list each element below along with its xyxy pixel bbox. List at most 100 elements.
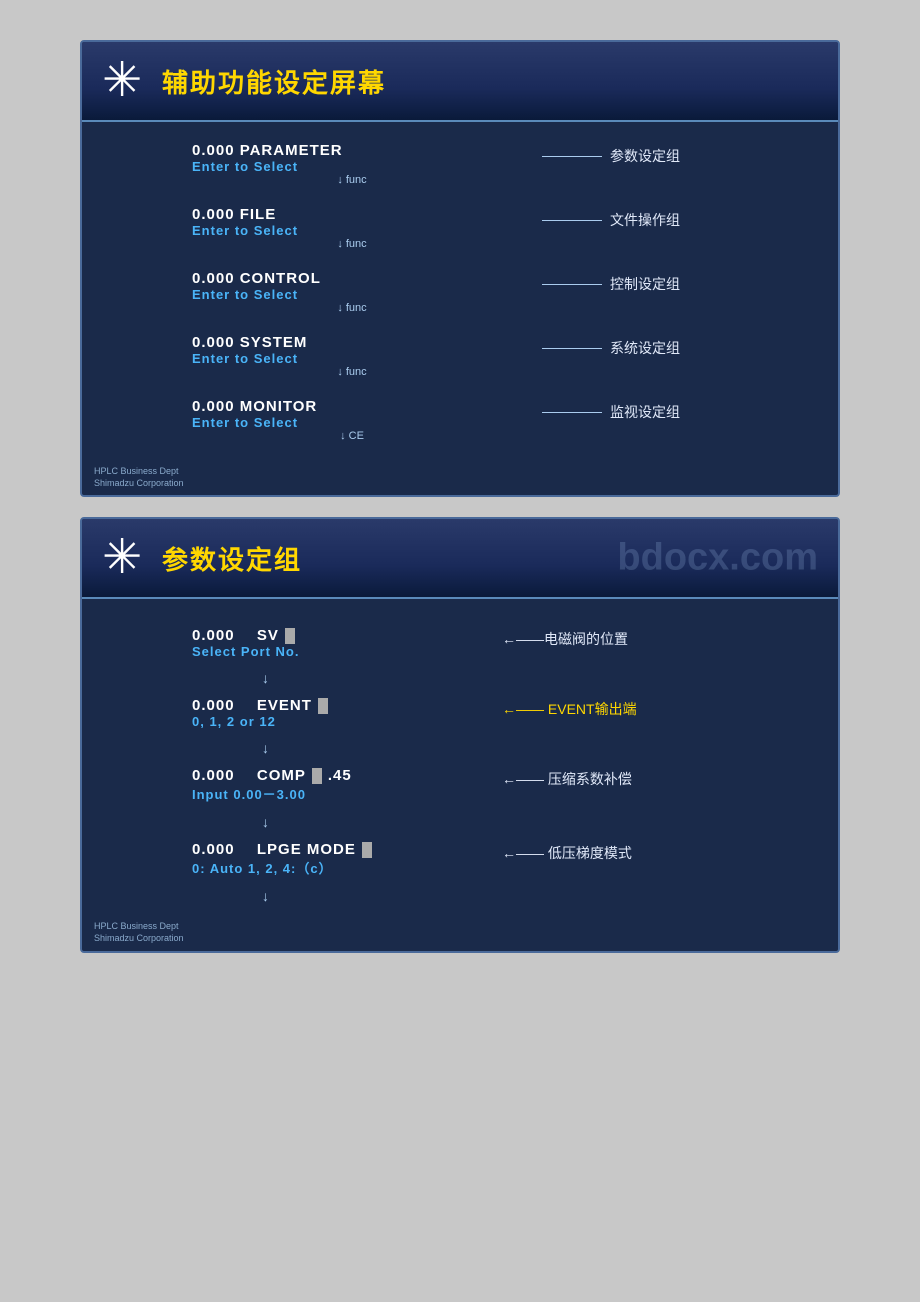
menu-sub-monitor: Enter to Select bbox=[192, 415, 512, 430]
param-prefix-comp: 0.000 bbox=[192, 767, 235, 784]
menu-sub-system: Enter to Select bbox=[192, 351, 512, 366]
param-key-event: EVENT bbox=[257, 697, 312, 714]
star-icon-2: ✳ bbox=[102, 534, 142, 582]
param-sub-sv: Select Port No. bbox=[192, 644, 472, 659]
param-left-sv: 0.000 SV Select Port No. bbox=[182, 623, 482, 663]
connector-file: 文件操作组 bbox=[522, 200, 838, 230]
menu-left-monitor: 0.000 MONITOR Enter to Select ↓ CE bbox=[182, 392, 522, 448]
menu-func-system: ↓ func bbox=[192, 366, 512, 378]
param-main-event: 0.000 EVENT bbox=[192, 697, 472, 714]
menu-left-file: 0.000 FILE Enter to Select ↓ func bbox=[182, 200, 522, 256]
param-left-lpge: 0.000 LPGE MODE 0: Auto 1, 2, 4:（c） bbox=[182, 837, 482, 881]
param-left-comp: 0.000 COMP .45 Input 0.00－3.00 bbox=[182, 763, 482, 807]
menu-row-parameter: 0.000 PARAMETER Enter to Select ↓ func 参… bbox=[82, 132, 838, 196]
param-row-event: 0.000 EVENT 0, 1, 2 or 12 ←—— EVENT输出端 bbox=[82, 685, 838, 741]
param-connector-lpge: ←—— 低压梯度模式 bbox=[482, 837, 838, 863]
param-main-lpge: 0.000 LPGE MODE bbox=[192, 841, 472, 858]
arr-label-event: ←—— EVENT输出端 bbox=[502, 699, 637, 719]
panel2-footer: HPLC Business Dept Shimadzu Corporation bbox=[82, 917, 838, 950]
cursor-sv bbox=[285, 628, 295, 644]
param-sub-event: 0, 1, 2 or 12 bbox=[192, 714, 472, 729]
cursor-comp bbox=[312, 768, 322, 784]
param-extra-comp: .45 bbox=[328, 767, 352, 784]
menu-left-control: 0.000 CONTROL Enter to Select ↓ func bbox=[182, 264, 522, 320]
panel1-body: 0.000 PARAMETER Enter to Select ↓ func 参… bbox=[82, 122, 838, 462]
param-row-sv: 0.000 SV Select Port No. ←——电磁阀的位置 bbox=[82, 615, 838, 671]
param-spaces-sv bbox=[241, 627, 251, 644]
h-line-monitor bbox=[542, 412, 602, 413]
param-row-lpge: 0.000 LPGE MODE 0: Auto 1, 2, 4:（c） ←—— … bbox=[82, 829, 838, 889]
panel1-title: 辅助功能设定屏幕 bbox=[162, 63, 386, 100]
param-connector-comp: ←—— 压缩系数补偿 bbox=[482, 763, 838, 789]
menu-sub-parameter: Enter to Select bbox=[192, 159, 512, 174]
menu-row-file: 0.000 FILE Enter to Select ↓ func 文件操作组 bbox=[82, 196, 838, 260]
footer-line2-p1: Shimadzu Corporation bbox=[94, 478, 826, 490]
h-line-parameter bbox=[542, 156, 602, 157]
connector-parameter: 参数设定组 bbox=[522, 136, 838, 166]
param-sub-comp: Input 0.00－3.00 bbox=[192, 784, 472, 803]
param-spaces-comp bbox=[241, 767, 251, 784]
menu-main-file: 0.000 FILE bbox=[192, 206, 512, 223]
watermark: bdocx.com bbox=[617, 537, 818, 580]
menu-main-parameter: 0.000 PARAMETER bbox=[192, 142, 512, 159]
menu-row-control: 0.000 CONTROL Enter to Select ↓ func 控制设… bbox=[82, 260, 838, 324]
menu-main-system: 0.000 SYSTEM bbox=[192, 334, 512, 351]
connector-line-parameter: 参数设定组 bbox=[542, 146, 680, 166]
menu-row-system: 0.000 SYSTEM Enter to Select ↓ func 系统设定… bbox=[82, 324, 838, 388]
h-line-file bbox=[542, 220, 602, 221]
menu-main-monitor: 0.000 MONITOR bbox=[192, 398, 512, 415]
connector-line-system: 系统设定组 bbox=[542, 338, 680, 358]
param-prefix-event: 0.000 bbox=[192, 697, 235, 714]
menu-func-parameter: ↓ func bbox=[192, 174, 512, 186]
param-main-comp: 0.000 COMP .45 bbox=[192, 767, 472, 784]
param-main-sv: 0.000 SV bbox=[192, 627, 472, 644]
h-line-control bbox=[542, 284, 602, 285]
down-arrow-1: ↓ bbox=[262, 671, 838, 685]
param-key-lpge: LPGE MODE bbox=[257, 841, 356, 858]
param-spaces-event bbox=[241, 697, 251, 714]
panel-parameter: ✳ 参数设定组 bdocx.com 0.000 SV Select Port N… bbox=[80, 517, 840, 952]
param-prefix-lpge: 0.000 bbox=[192, 841, 235, 858]
label-cn-monitor: 监视设定组 bbox=[610, 402, 680, 422]
menu-sub-file: Enter to Select bbox=[192, 223, 512, 238]
label-cn-parameter: 参数设定组 bbox=[610, 146, 680, 166]
down-arrow-4: ↓ bbox=[262, 889, 838, 903]
menu-sub-control: Enter to Select bbox=[192, 287, 512, 302]
label-cn-file: 文件操作组 bbox=[610, 210, 680, 230]
panel2-header: ✳ 参数设定组 bdocx.com bbox=[82, 519, 838, 599]
param-key-comp: COMP bbox=[257, 767, 306, 784]
menu-left-parameter: 0.000 PARAMETER Enter to Select ↓ func bbox=[182, 136, 522, 192]
param-row-comp: 0.000 COMP .45 Input 0.00－3.00 ←—— 压缩系数补… bbox=[82, 755, 838, 815]
menu-func-control: ↓ func bbox=[192, 302, 512, 314]
menu-main-control: 0.000 CONTROL bbox=[192, 270, 512, 287]
menu-func-monitor: ↓ CE bbox=[192, 430, 512, 442]
label-cn-system: 系统设定组 bbox=[610, 338, 680, 358]
star-icon: ✳ bbox=[102, 57, 142, 105]
param-key-sv: SV bbox=[257, 627, 279, 644]
param-connector-sv: ←——电磁阀的位置 bbox=[482, 623, 838, 649]
panel2-body: 0.000 SV Select Port No. ←——电磁阀的位置 ↓ 0.0… bbox=[82, 599, 838, 917]
panel1-header: ✳ 辅助功能设定屏幕 bbox=[82, 42, 838, 122]
connector-monitor: 监视设定组 bbox=[522, 392, 838, 422]
connector-line-monitor: 监视设定组 bbox=[542, 402, 680, 422]
connector-control: 控制设定组 bbox=[522, 264, 838, 294]
arr-label-sv: ←——电磁阀的位置 bbox=[502, 629, 628, 649]
menu-row-monitor: 0.000 MONITOR Enter to Select ↓ CE 监视设定组 bbox=[82, 388, 838, 452]
param-spaces-lpge bbox=[241, 841, 251, 858]
menu-left-system: 0.000 SYSTEM Enter to Select ↓ func bbox=[182, 328, 522, 384]
cursor-lpge bbox=[362, 842, 372, 858]
param-prefix-sv: 0.000 bbox=[192, 627, 235, 644]
down-arrow-3: ↓ bbox=[262, 815, 838, 829]
panel1-footer: HPLC Business Dept Shimadzu Corporation bbox=[82, 462, 838, 495]
connector-line-control: 控制设定组 bbox=[542, 274, 680, 294]
footer-line1-p1: HPLC Business Dept bbox=[94, 466, 826, 478]
cursor-event bbox=[318, 698, 328, 714]
footer-line2-p2: Shimadzu Corporation bbox=[94, 933, 826, 945]
param-left-event: 0.000 EVENT 0, 1, 2 or 12 bbox=[182, 693, 482, 733]
footer-line1-p2: HPLC Business Dept bbox=[94, 921, 826, 933]
label-cn-control: 控制设定组 bbox=[610, 274, 680, 294]
arr-label-lpge: ←—— 低压梯度模式 bbox=[502, 843, 632, 863]
arr-label-comp: ←—— 压缩系数补偿 bbox=[502, 769, 632, 789]
panel2-title: 参数设定组 bbox=[162, 540, 302, 577]
param-sub-lpge: 0: Auto 1, 2, 4:（c） bbox=[192, 858, 472, 877]
